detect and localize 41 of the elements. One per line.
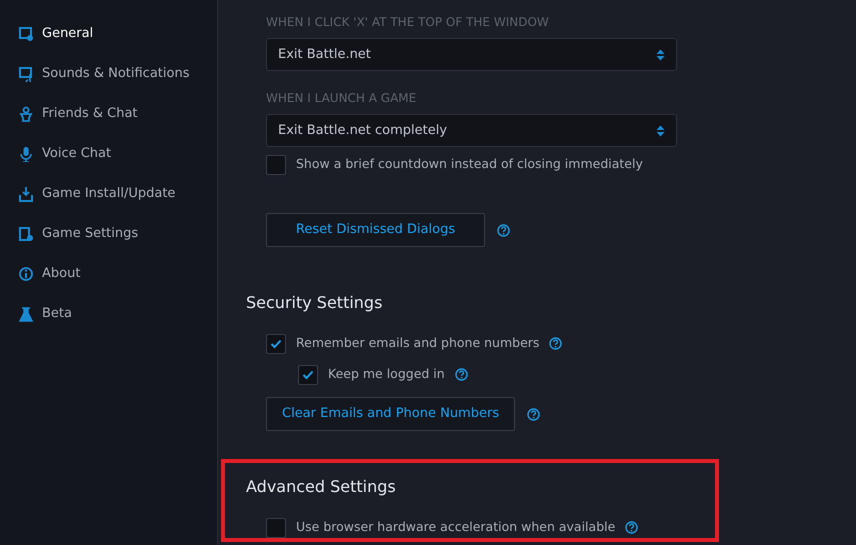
help-icon[interactable]: [549, 337, 562, 350]
sidebar-icon: [18, 186, 34, 202]
help-icon[interactable]: [527, 408, 540, 420]
sidebar-icon: [18, 66, 34, 82]
dropdown[interactable]: Exit Battle.net: [266, 38, 677, 71]
sidebar-icon: [18, 266, 34, 282]
section-heading: Security Settings: [246, 293, 384, 313]
help-icon[interactable]: [625, 521, 638, 534]
check-icon: [270, 338, 282, 348]
sidebar-icon: [18, 306, 34, 322]
sidebar-item[interactable]: Sounds & Notifications: [42, 64, 190, 84]
checkbox-label: Show a brief countdown instead of closing immediately: [296, 155, 643, 174]
checkbox-label: Keep me logged in: [328, 365, 445, 384]
help-icon[interactable]: [454, 368, 468, 381]
field-label: WHEN I LAUNCH A GAME: [266, 90, 418, 106]
dropdown[interactable]: Exit Battle.net completely: [266, 114, 677, 147]
sidebar-item[interactable]: About: [42, 264, 80, 284]
checkbox[interactable]: [266, 518, 286, 538]
checkbox-label: Remember emails and phone numbers: [296, 334, 540, 352]
sidebar-icon: [18, 226, 34, 242]
sort-arrows-icon: [656, 124, 665, 136]
sidebar-item[interactable]: General: [42, 24, 94, 44]
sort-arrows-icon: [656, 48, 665, 60]
sidebar-icon: [18, 106, 34, 122]
action-button[interactable]: Reset Dismissed Dialogs: [266, 213, 485, 247]
checkbox[interactable]: [298, 364, 318, 384]
sidebar-item[interactable]: Beta: [42, 304, 72, 324]
help-icon[interactable]: [497, 224, 510, 236]
action-button[interactable]: Clear Emails and Phone Numbers: [266, 397, 516, 431]
sidebar-icon: [18, 26, 34, 42]
sidebar-icon: [18, 146, 34, 162]
sidebar-item[interactable]: Game Install/Update: [42, 184, 176, 204]
sidebar-item[interactable]: Game Settings: [42, 224, 138, 244]
sidebar-item[interactable]: Voice Chat: [42, 144, 112, 164]
check-icon: [302, 370, 314, 380]
checkbox[interactable]: [266, 154, 286, 174]
section-heading: Advanced Settings: [246, 477, 397, 497]
field-label: WHEN I CLICK 'X' AT THE TOP OF THE WINDOW: [266, 14, 550, 30]
checkbox[interactable]: [266, 334, 286, 354]
checkbox-label: Use browser hardware acceleration when available: [296, 518, 616, 536]
sidebar-item[interactable]: Friends & Chat: [42, 104, 138, 124]
